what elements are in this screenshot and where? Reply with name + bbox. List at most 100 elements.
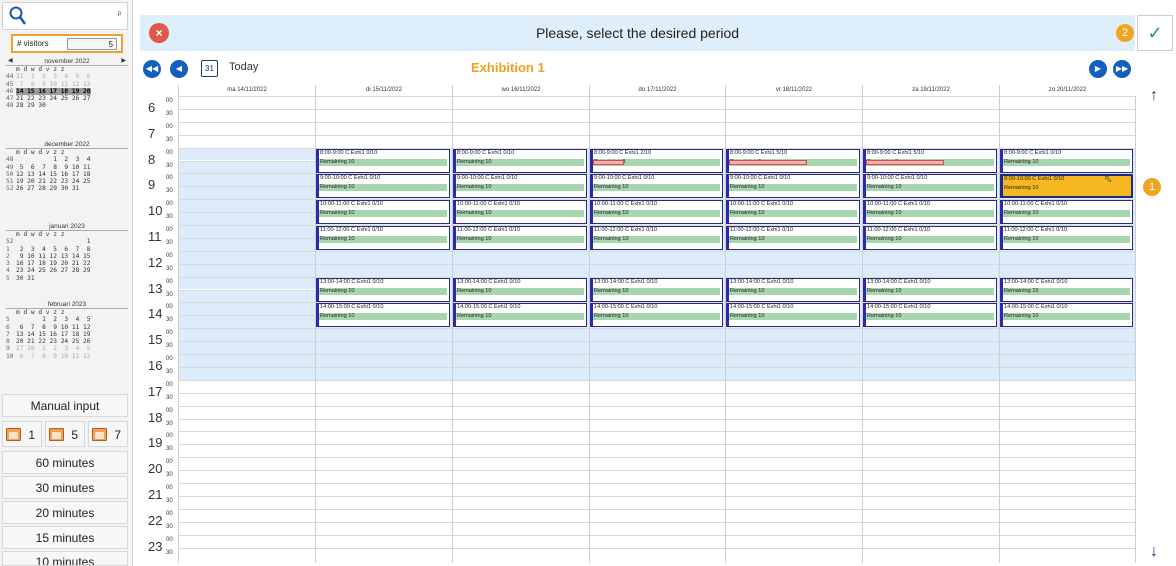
confirm-button[interactable]: ✓ bbox=[1137, 15, 1173, 51]
time-slot[interactable]: 10:00-11:00 C Exhi1 0/10 Remaining 10 bbox=[863, 200, 997, 225]
week-row[interactable]: 4 23 24 25 26 27 28 29 bbox=[6, 267, 128, 274]
half-hour-row[interactable] bbox=[178, 405, 1135, 419]
half-hour-row[interactable] bbox=[178, 341, 1135, 354]
half-hour-row[interactable] bbox=[178, 418, 1135, 432]
week-row[interactable]: 9 27 28 1 2 3 4 5 bbox=[6, 345, 128, 352]
week-row[interactable]: 8 20 21 22 23 24 25 26 bbox=[6, 338, 128, 345]
week-row[interactable]: 49 5 6 7 8 9 10 11 bbox=[6, 164, 128, 171]
week-days[interactable]: 1 2 3 4 bbox=[16, 156, 90, 163]
time-slot[interactable]: 11:00-12:00 C Exhi1 0/10 Remaining 10 bbox=[863, 226, 997, 250]
time-slot[interactable]: 9:00-10:00 C Exhi1 0/10 Remaining 10 bbox=[453, 174, 587, 199]
half-hour-row[interactable] bbox=[178, 444, 1135, 457]
week-days[interactable]: 1 2 3 4 5 bbox=[16, 316, 90, 323]
time-slot[interactable]: 13:00-14:00 C Exhi1 0/10 Remaining 10 bbox=[863, 277, 997, 302]
time-slot[interactable]: 14:00-15:00 C Exhi1 0/10 Remaining 10 bbox=[863, 303, 997, 328]
week-row[interactable]: 5 1 2 3 4 5 bbox=[6, 316, 128, 323]
time-slot[interactable]: 11:00-12:00 C Exhi1 0/10 Remaining 10 bbox=[316, 226, 450, 250]
week-row[interactable]: 1 2 3 4 5 6 7 8 bbox=[6, 246, 128, 253]
scroll-down-icon[interactable]: ↓ bbox=[1141, 541, 1167, 563]
week-row[interactable]: 48 28 29 30 bbox=[6, 102, 128, 109]
week-row[interactable]: 10 6 7 8 9 10 11 12 bbox=[6, 353, 128, 360]
time-slot[interactable]: 13:00-14:00 C Exhi1 0/10 Remaining 10 bbox=[590, 277, 723, 302]
half-hour-row[interactable] bbox=[178, 534, 1135, 548]
half-hour-row[interactable] bbox=[178, 431, 1135, 444]
time-slot[interactable]: 8:00-9:00 C Exhi1 5/10Remaining 5 bbox=[863, 148, 997, 173]
week-row[interactable]: 3 16 17 18 19 20 21 22 bbox=[6, 260, 128, 267]
seven-day-button[interactable]: 7 bbox=[88, 421, 128, 447]
time-slot[interactable]: 11:00-12:00 C Exhi1 0/10 Remaining 10 bbox=[453, 226, 587, 250]
week-days[interactable]: 13 14 15 16 17 18 19 bbox=[16, 331, 91, 338]
time-slot[interactable]: 8:00-9:00 C Exhi1 2/10Remaining 8 bbox=[590, 148, 723, 173]
week-days[interactable]: 7 8 9 10 11 12 13 bbox=[16, 81, 91, 88]
duration-20-button[interactable]: 20 minutes bbox=[2, 501, 128, 524]
half-hour-row[interactable] bbox=[178, 328, 1135, 342]
week-row[interactable]: 52 1 bbox=[6, 238, 128, 245]
time-slot[interactable]: 11:00-12:00 C Exhi1 0/10 Remaining 10 bbox=[1000, 226, 1133, 250]
week-row[interactable]: 45 7 8 9 10 11 12 13 bbox=[6, 81, 128, 88]
manual-input-button[interactable]: Manual input bbox=[2, 394, 128, 417]
week-days[interactable]: 30 31 bbox=[16, 275, 35, 282]
week-row[interactable]: 46 14 15 16 17 18 19 20 bbox=[6, 87, 128, 95]
time-slot[interactable]: 13:00-14:00 C Exhi1 0/10 Remaining 10 bbox=[316, 277, 450, 302]
week-days[interactable]: 16 17 18 19 20 21 22 bbox=[16, 260, 91, 267]
time-slot[interactable]: 9:00-10:00 C Exhi1 0/10 Remaining 10 bbox=[726, 174, 860, 199]
half-hour-row[interactable] bbox=[178, 457, 1135, 470]
week-days[interactable]: 6 7 8 9 10 11 12 bbox=[16, 353, 91, 360]
half-hour-row[interactable] bbox=[178, 366, 1135, 380]
week-days[interactable]: 5 6 7 8 9 10 11 bbox=[16, 164, 91, 171]
half-hour-row[interactable] bbox=[178, 250, 1135, 264]
calendar-icon[interactable]: 31 bbox=[201, 60, 218, 77]
week-row[interactable]: 51 19 20 21 22 23 24 25 bbox=[6, 178, 128, 185]
week-row[interactable]: 2 9 10 11 12 13 14 15 bbox=[6, 253, 128, 260]
duration-10-button[interactable]: 10 minutes bbox=[2, 551, 128, 566]
week-days[interactable]: 6 7 8 9 10 11 12 bbox=[16, 324, 91, 331]
half-hour-row[interactable] bbox=[178, 495, 1135, 509]
time-slot[interactable]: 14:00-15:00 C Exhi1 0/10 Remaining 10 bbox=[590, 303, 723, 328]
time-slot[interactable]: 13:00-14:00 C Exhi1 0/10 Remaining 10 bbox=[453, 277, 587, 302]
week-days[interactable]: 14 15 16 17 18 19 20 bbox=[16, 87, 91, 95]
half-hour-row[interactable] bbox=[178, 121, 1135, 135]
week-row[interactable]: 5 30 31 bbox=[6, 275, 128, 282]
half-hour-row[interactable] bbox=[178, 508, 1135, 522]
half-hour-row[interactable] bbox=[178, 547, 1135, 561]
next-week-icon[interactable]: ▶▶ bbox=[1113, 60, 1131, 78]
half-hour-row[interactable] bbox=[178, 483, 1135, 496]
time-slot[interactable]: 10:00-11:00 C Exhi1 0/10 Remaining 10 bbox=[453, 200, 587, 225]
five-day-button[interactable]: 5 bbox=[45, 421, 85, 447]
week-days[interactable]: 19 20 21 22 23 24 25 bbox=[16, 178, 91, 185]
half-hour-row[interactable] bbox=[178, 354, 1135, 367]
half-hour-row[interactable] bbox=[178, 134, 1135, 148]
time-slot[interactable]: 14:00-15:00 C Exhi1 0/10 Remaining 10 bbox=[316, 303, 450, 328]
duration-30-button[interactable]: 30 minutes bbox=[2, 476, 128, 499]
half-hour-row[interactable] bbox=[178, 521, 1135, 535]
next-day-icon[interactable]: ▶ bbox=[1089, 60, 1107, 78]
time-slot[interactable]: 14:00-15:00 C Exhi1 0/10 Remaining 10 bbox=[726, 303, 860, 328]
month-next-icon[interactable]: ▶ bbox=[121, 57, 126, 66]
time-slot[interactable]: 10:00-11:00 C Exhi1 0/10 Remaining 10 bbox=[316, 200, 450, 225]
week-days[interactable]: 20 21 22 23 24 25 26 bbox=[16, 338, 91, 345]
week-days[interactable]: 26 27 28 29 30 31 bbox=[16, 185, 79, 192]
scroll-up-icon[interactable]: ↑ bbox=[1141, 85, 1167, 107]
time-slot[interactable]: 10:00-11:00 C Exhi1 0/10 Remaining 10 bbox=[590, 200, 723, 225]
time-slot[interactable]: 8:00-9:00 C Exhi1 5/10Remaining 5 bbox=[726, 148, 860, 173]
one-day-button[interactable]: 1 bbox=[2, 421, 42, 447]
half-hour-row[interactable] bbox=[178, 108, 1135, 122]
time-slot[interactable]: 10:00-11:00 C Exhi1 0/10 Remaining 10 bbox=[1000, 200, 1133, 225]
visitors-input[interactable]: 5 bbox=[67, 38, 117, 50]
duration-60-button[interactable]: 60 minutes bbox=[2, 451, 128, 474]
week-row[interactable]: 48 1 2 3 4 bbox=[6, 156, 128, 163]
time-slot[interactable]: 10:00-11:00 C Exhi1 0/10 Remaining 10 bbox=[726, 200, 860, 225]
week-row[interactable]: 6 6 7 8 9 10 11 12 bbox=[6, 324, 128, 331]
time-slot[interactable]: 14:00-15:00 C Exhi1 0/10 Remaining 10 bbox=[1000, 303, 1133, 328]
week-days[interactable]: 12 13 14 15 16 17 18 bbox=[16, 171, 91, 178]
half-hour-row[interactable] bbox=[178, 263, 1135, 277]
week-days[interactable]: 31 1 2 3 4 5 6 bbox=[16, 73, 91, 80]
half-hour-row[interactable] bbox=[178, 470, 1135, 483]
week-days[interactable]: 9 10 11 12 13 14 15 bbox=[16, 253, 91, 260]
time-slot[interactable]: 11:00-12:00 C Exhi1 0/10 Remaining 10 bbox=[726, 226, 860, 250]
half-hour-row[interactable] bbox=[178, 96, 1135, 109]
half-hour-row[interactable] bbox=[178, 379, 1135, 393]
week-days[interactable]: 28 29 30 bbox=[16, 102, 46, 109]
time-slot[interactable]: 9:00-10:00 C Exhi1 0/10 Remaining 10 bbox=[1000, 174, 1133, 199]
previous-week-icon[interactable]: ◀◀ bbox=[143, 60, 161, 78]
